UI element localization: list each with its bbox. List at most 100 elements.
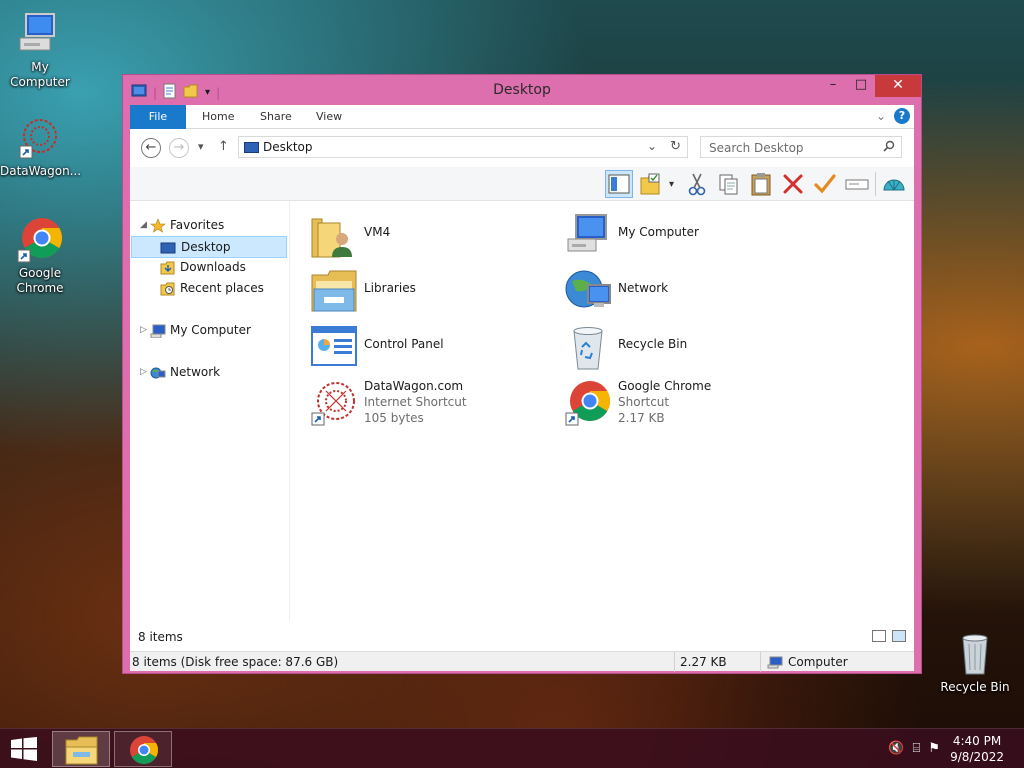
file-item-recycle-bin[interactable]: Recycle Bin [564, 323, 804, 375]
nav-favorites[interactable]: ◢ Favorites [130, 215, 289, 237]
properties-check-icon[interactable] [811, 170, 839, 198]
clock-date: 9/8/2022 [950, 750, 1004, 764]
libraries-icon [310, 267, 358, 315]
collapsed-arrow-icon[interactable]: ▷ [140, 362, 147, 383]
desktop-icon-my-computer[interactable]: My Computer [0, 10, 80, 90]
select-folder-icon[interactable] [637, 170, 665, 198]
taskbar-file-explorer[interactable] [52, 731, 110, 767]
paste-icon[interactable] [747, 170, 775, 198]
computer-icon [150, 324, 166, 339]
copy-icon[interactable] [715, 170, 743, 198]
status-bar: 8 items (Disk free space: 87.6 GB) 2.27 … [130, 651, 914, 672]
desktop-folder-icon [244, 142, 259, 153]
cut-icon[interactable] [683, 170, 711, 198]
ribbon-tabs: File Home Share View ⌄ ? [130, 105, 914, 129]
command-toolbar: ▾ [130, 167, 914, 201]
expanded-arrow-icon[interactable]: ◢ [140, 215, 147, 236]
status-divider [674, 652, 675, 672]
network-status-icon[interactable]: ⌸ [913, 741, 921, 756]
file-item-size: 105 bytes [364, 411, 424, 425]
file-item-name: Network [618, 281, 669, 295]
expand-ribbon-icon[interactable]: ⌄ [876, 109, 886, 123]
shell-icon[interactable] [880, 170, 908, 198]
up-button[interactable]: ↑ [218, 139, 229, 154]
window-controls: – □ ✕ [819, 75, 921, 97]
desktop-icon-google-chrome[interactable]: Google Chrome [0, 216, 80, 296]
tab-share[interactable]: Share [246, 105, 306, 129]
chrome-icon [564, 379, 612, 427]
clock-time: 4:40 PM [952, 734, 1002, 748]
status-size: 2.27 KB [680, 655, 727, 669]
action-center-icon[interactable]: ⚑ [928, 741, 940, 756]
nav-desktop[interactable]: Desktop [131, 236, 287, 258]
nav-my-computer-label: My Computer [170, 323, 251, 337]
refresh-icon[interactable]: ↻ [670, 139, 681, 154]
file-item-name: VM4 [364, 225, 391, 239]
desktop-icon-recycle-bin[interactable]: Recycle Bin [935, 630, 1015, 695]
large-icons-view-icon[interactable] [892, 630, 906, 642]
volume-muted-icon[interactable]: 🔇 [888, 741, 904, 756]
file-item-datawagon[interactable]: DataWagon.com Internet Shortcut 105 byte… [310, 379, 550, 431]
tab-view[interactable]: View [302, 105, 356, 129]
desktop-icon [160, 241, 176, 255]
maximize-button[interactable]: □ [847, 75, 875, 97]
clock[interactable]: 4:40 PM 9/8/2022 [950, 733, 1004, 765]
nav-downloads[interactable]: Downloads [130, 257, 289, 279]
star-icon [150, 218, 166, 233]
title-bar[interactable]: | ▾ | Desktop – □ ✕ [123, 75, 921, 105]
address-field[interactable]: Desktop ⌄ ↻ [238, 136, 688, 158]
navigation-pane: ◢ Favorites Desktop Downloads Recent pla… [130, 201, 290, 621]
nav-downloads-label: Downloads [180, 260, 246, 274]
file-item-type: Internet Shortcut [364, 395, 467, 409]
desktop-icon-label: Google Chrome [16, 266, 64, 295]
back-button[interactable]: ← [141, 138, 161, 158]
toolbar-dropdown-icon[interactable]: ▾ [669, 179, 679, 190]
tab-file[interactable]: File [130, 105, 186, 129]
rename-icon[interactable] [843, 170, 871, 198]
file-item-name: Libraries [364, 281, 416, 295]
desktop-icon-label: My Computer [10, 60, 70, 89]
window-title: Desktop [493, 82, 551, 98]
file-item-my-computer[interactable]: My Computer [564, 211, 804, 263]
explorer-window[interactable]: | ▾ | Desktop – □ ✕ File Home Share View… [122, 74, 922, 674]
delete-icon[interactable] [779, 170, 807, 198]
collapsed-arrow-icon[interactable]: ▷ [140, 320, 147, 341]
network-icon [150, 366, 166, 380]
nav-my-computer[interactable]: ▷ My Computer [130, 320, 289, 342]
forward-button[interactable]: → [169, 138, 189, 158]
search-icon[interactable] [883, 140, 895, 155]
computer-icon [16, 10, 64, 58]
window-body: File Home Share View ⌄ ? ← → ▾ ↑ Desktop… [130, 105, 914, 672]
search-input[interactable]: Search Desktop [700, 136, 902, 158]
preview-pane-icon[interactable] [605, 170, 633, 198]
address-dropdown-icon[interactable]: ⌄ [647, 139, 657, 153]
minimize-button[interactable]: – [819, 75, 847, 97]
status-divider [760, 652, 761, 672]
file-item-libraries[interactable]: Libraries [310, 267, 550, 319]
separator [875, 172, 876, 196]
recent-locations-icon[interactable]: ▾ [198, 140, 204, 153]
search-placeholder: Search Desktop [709, 141, 804, 155]
chrome-icon [16, 216, 64, 264]
recycle-bin-icon [951, 630, 999, 678]
network-icon [564, 267, 612, 315]
file-item-size: 2.17 KB [618, 411, 665, 425]
nav-network[interactable]: ▷ Network [130, 362, 289, 384]
close-button[interactable]: ✕ [875, 75, 921, 97]
taskbar-google-chrome[interactable] [114, 731, 172, 767]
file-item-network[interactable]: Network [564, 267, 804, 319]
file-item-control-panel[interactable]: Control Panel [310, 323, 550, 375]
datawagon-icon [16, 114, 64, 162]
details-view-icon[interactable] [872, 630, 886, 642]
file-item-google-chrome[interactable]: Google Chrome Shortcut 2.17 KB [564, 379, 804, 431]
file-item-name: My Computer [618, 225, 699, 239]
help-icon[interactable]: ? [894, 108, 910, 124]
status-disk-space: 8 items (Disk free space: 87.6 GB) [132, 655, 339, 669]
tab-home[interactable]: Home [188, 105, 248, 129]
file-item-vm4[interactable]: VM4 [310, 211, 550, 263]
desktop-icon-datawagon[interactable]: DataWagon... [0, 114, 81, 179]
start-button[interactable] [10, 737, 38, 761]
computer-icon [767, 656, 783, 672]
nav-recent-places[interactable]: Recent places [130, 278, 289, 300]
chrome-icon [130, 736, 158, 764]
